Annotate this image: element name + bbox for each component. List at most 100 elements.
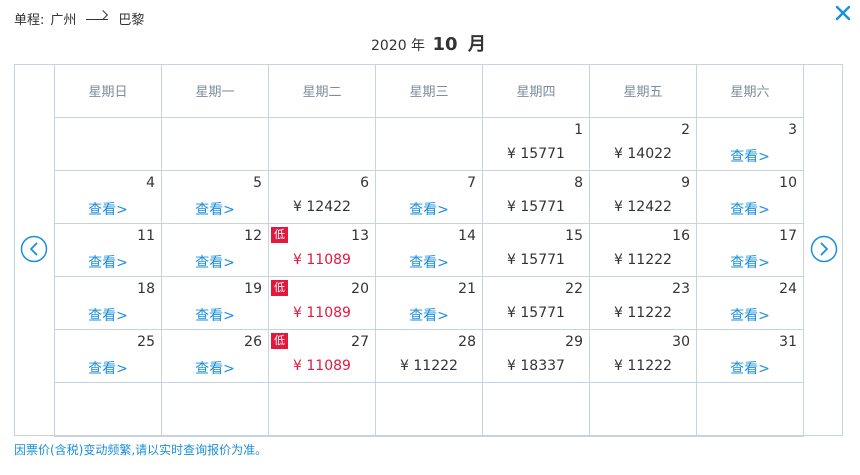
view-fare-link[interactable]: 查看>	[162, 305, 268, 325]
close-button[interactable]	[832, 2, 854, 24]
view-fare-link[interactable]: 查看>	[376, 199, 482, 219]
day-number: 20	[351, 280, 369, 297]
view-fare-link[interactable]: 查看>	[55, 199, 161, 219]
calendar-day-cell[interactable]: 8 ¥ 15771	[482, 169, 590, 224]
calendar-day-cell[interactable]: 7 查看>	[375, 169, 483, 224]
next-month-button[interactable]	[810, 235, 838, 263]
day-number: 23	[672, 280, 690, 297]
calendar-day-cell[interactable]: 27 低 ¥ 11089	[268, 328, 376, 383]
year-label: 2020 年	[370, 38, 426, 54]
calendar-day-cell[interactable]: 16 ¥ 11222	[589, 222, 697, 277]
day-number: 5	[253, 174, 262, 191]
day-number: 18	[137, 280, 155, 297]
day-number: 25	[137, 333, 155, 350]
calendar-day-cell[interactable]: 4 查看>	[54, 169, 162, 224]
view-fare-link[interactable]: 查看>	[162, 252, 268, 272]
lowest-fare-price[interactable]: ¥ 11089	[269, 305, 375, 321]
lowest-fare-price[interactable]: ¥ 11089	[269, 252, 375, 268]
day-number: 9	[681, 174, 690, 191]
view-fare-link[interactable]: 查看>	[376, 305, 482, 325]
weekday-sat: 星期六	[696, 64, 804, 118]
day-number: 27	[351, 333, 369, 350]
calendar-day-cell[interactable]: 1 ¥ 15771	[482, 116, 590, 171]
low-price-badge: 低	[271, 332, 288, 349]
weekday-thu: 星期四	[482, 64, 590, 118]
view-fare-link[interactable]: 查看>	[55, 305, 161, 325]
weekday-mon: 星期一	[161, 64, 269, 118]
calendar-empty-cell	[375, 116, 483, 171]
view-fare-link[interactable]: 查看>	[55, 252, 161, 272]
day-number: 19	[244, 280, 262, 297]
calendar-day-cell[interactable]: 29 ¥ 18337	[482, 328, 590, 383]
calendar-empty-cell	[268, 116, 376, 171]
calendar-day-cell[interactable]: 25 查看>	[54, 328, 162, 383]
calendar-day-cell[interactable]: 18 查看>	[54, 275, 162, 330]
view-fare-link[interactable]: 查看>	[697, 146, 803, 166]
lowest-fare-price[interactable]: ¥ 11089	[269, 358, 375, 374]
day-number: 8	[574, 174, 583, 191]
day-number: 28	[458, 333, 476, 350]
fare-price[interactable]: ¥ 15771	[483, 199, 589, 215]
chevron-left-icon	[20, 235, 48, 263]
fare-price[interactable]: ¥ 15771	[483, 305, 589, 321]
calendar-day-cell[interactable]: 19 查看>	[161, 275, 269, 330]
weekday-header-row: 星期日 星期一 星期二 星期三 星期四 星期五 星期六	[54, 64, 804, 118]
calendar-day-cell[interactable]: 2 ¥ 14022	[589, 116, 697, 171]
calendar-week-row: 4 查看> 5 查看> 6 ¥ 12422 7 查看> 8 ¥ 15771 9 ¥ 12422 10 查看…	[54, 169, 804, 224]
calendar-day-cell[interactable]: 26 查看>	[161, 328, 269, 383]
view-fare-link[interactable]: 查看>	[162, 358, 268, 378]
fare-price[interactable]: ¥ 14022	[590, 146, 696, 162]
prev-month-button[interactable]	[20, 235, 48, 263]
view-fare-link[interactable]: 查看>	[376, 252, 482, 272]
day-number: 22	[565, 280, 583, 297]
day-number: 4	[146, 174, 155, 191]
day-number: 31	[779, 333, 797, 350]
calendar-day-cell[interactable]: 23 ¥ 11222	[589, 275, 697, 330]
calendar-day-cell[interactable]: 12 查看>	[161, 222, 269, 277]
fare-price[interactable]: ¥ 11222	[376, 358, 482, 374]
fare-price[interactable]: ¥ 15771	[483, 146, 589, 162]
calendar-day-cell[interactable]: 5 查看>	[161, 169, 269, 224]
view-fare-link[interactable]: 查看>	[55, 358, 161, 378]
fare-price[interactable]: ¥ 12422	[269, 199, 375, 215]
day-number: 16	[672, 227, 690, 244]
calendar-day-cell[interactable]: 9 ¥ 12422	[589, 169, 697, 224]
calendar-day-cell[interactable]: 30 ¥ 11222	[589, 328, 697, 383]
route-type-label: 单程:	[14, 13, 45, 28]
calendar-day-cell[interactable]: 20 低 ¥ 11089	[268, 275, 376, 330]
view-fare-link[interactable]: 查看>	[162, 199, 268, 219]
calendar-day-cell[interactable]: 22 ¥ 15771	[482, 275, 590, 330]
calendar-day-cell[interactable]: 11 查看>	[54, 222, 162, 277]
view-fare-link[interactable]: 查看>	[697, 252, 803, 272]
view-fare-link[interactable]: 查看>	[697, 199, 803, 219]
view-fare-link[interactable]: 查看>	[697, 305, 803, 325]
fare-price[interactable]: ¥ 11222	[590, 305, 696, 321]
calendar-day-cell[interactable]: 17 查看>	[696, 222, 804, 277]
day-number: 13	[351, 227, 369, 244]
calendar-day-cell[interactable]: 6 ¥ 12422	[268, 169, 376, 224]
calendar-day-cell[interactable]: 24 查看>	[696, 275, 804, 330]
fare-price[interactable]: ¥ 12422	[590, 199, 696, 215]
calendar-day-cell[interactable]: 15 ¥ 15771	[482, 222, 590, 277]
fare-price[interactable]: ¥ 11222	[590, 252, 696, 268]
month-number: 10	[432, 34, 458, 55]
day-number: 29	[565, 333, 583, 350]
calendar-week-row: 1 ¥ 15771 2 ¥ 14022 3 查看>	[54, 116, 804, 171]
view-fare-link[interactable]: 查看>	[697, 358, 803, 378]
calendar-day-cell[interactable]: 3 查看>	[696, 116, 804, 171]
fare-price[interactable]: ¥ 11222	[590, 358, 696, 374]
calendar-day-cell[interactable]: 10 查看>	[696, 169, 804, 224]
fare-price[interactable]: ¥ 18337	[483, 358, 589, 374]
calendar-day-cell[interactable]: 28 ¥ 11222	[375, 328, 483, 383]
calendar-day-cell[interactable]: 31 查看>	[696, 328, 804, 383]
calendar-empty-cell	[589, 381, 697, 437]
calendar-day-cell[interactable]: 21 查看>	[375, 275, 483, 330]
day-number: 3	[788, 121, 797, 138]
day-number: 11	[137, 227, 155, 244]
calendar-day-cell[interactable]: 14 查看>	[375, 222, 483, 277]
fare-price[interactable]: ¥ 15771	[483, 252, 589, 268]
calendar-day-cell[interactable]: 13 低 ¥ 11089	[268, 222, 376, 277]
weekday-sun: 星期日	[54, 64, 162, 118]
low-price-badge: 低	[271, 279, 288, 296]
calendar-empty-cell	[54, 381, 162, 437]
